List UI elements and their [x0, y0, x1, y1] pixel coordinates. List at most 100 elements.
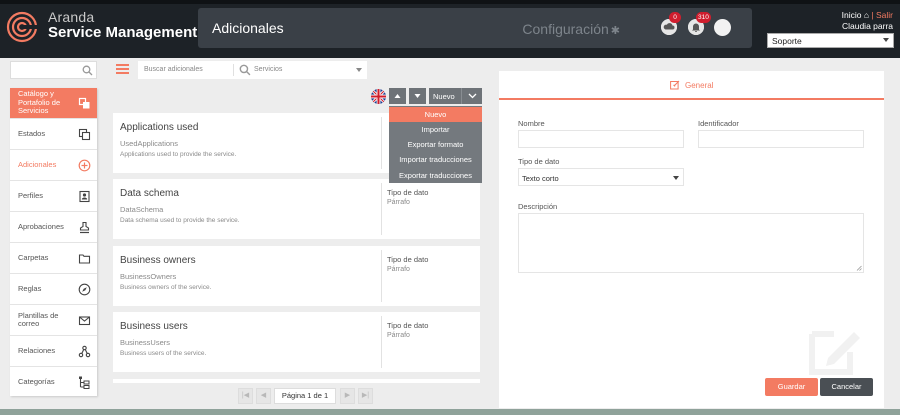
sidebar-item-label: Catálogo y Portafolio de Servicios [18, 89, 61, 116]
sidebar-item-aprobaciones[interactable]: Aprobaciones [10, 212, 97, 243]
list-item[interactable]: Business owners BusinessOwners Business … [113, 246, 480, 306]
link-separator: | [871, 10, 874, 20]
menu-icon[interactable] [116, 64, 129, 74]
uk-flag-icon[interactable] [371, 89, 386, 104]
sidebar-item-label: Adicionales [18, 159, 57, 169]
top-header: Aranda Service Management Adicionales Co… [0, 0, 900, 58]
profile-icon [79, 190, 90, 203]
search-icon[interactable] [239, 64, 251, 76]
identificador-field[interactable] [698, 130, 864, 148]
card-description: Business users of the service. [120, 350, 207, 357]
menu-item-exportar-formato[interactable]: Exportar formato [389, 137, 482, 152]
sidebar-item-plantillas[interactable]: Plantillas de correo [10, 305, 97, 336]
card-code: UsedApplications [120, 139, 178, 148]
menu-item-nuevo[interactable]: Nuevo [389, 107, 482, 122]
sidebar-item-label: Aprobaciones [18, 221, 64, 231]
nombre-label: Nombre [518, 119, 545, 128]
sidebar-item-reglas[interactable]: Reglas [10, 274, 97, 305]
chevron-down-icon [883, 38, 889, 42]
sidebar-item-label: Reglas [18, 283, 42, 293]
card-title: Business owners [120, 255, 196, 266]
button-divider [461, 88, 462, 104]
sidebar-item-categorias[interactable]: Categorías [10, 367, 97, 398]
approval-icon [79, 221, 90, 234]
page-indicator: Página 1 de 1 [274, 388, 336, 404]
card-title: Applications used [120, 122, 199, 133]
home-icon[interactable]: ⌂ [864, 10, 869, 20]
resize-handle-icon[interactable] [856, 265, 862, 271]
list-item[interactable]: Data schema DataSchema Data schema used … [113, 179, 480, 239]
list-item[interactable]: Business users BusinessUsers Business us… [113, 312, 480, 372]
list-item-partial [113, 379, 480, 383]
next-page-button[interactable]: ▶ [340, 388, 355, 404]
role-select[interactable]: Soporte [767, 33, 894, 48]
nuevo-dropdown-menu: Nuevo Importar Exportar formato Importar… [389, 106, 482, 183]
sidebar-item-adicionales[interactable]: Adicionales [10, 150, 97, 181]
cloud-badge: 0 [669, 12, 681, 23]
sidebar-item-carpetas[interactable]: Carpetas [10, 243, 97, 274]
sidebar-item-catalogo[interactable]: Catálogo y Portafolio de Servicios [10, 88, 97, 119]
card-type-value: Párrafo [387, 332, 410, 339]
sidebar-item-label: Carpetas [18, 252, 49, 262]
config-label: Configuración [522, 21, 609, 37]
descripcion-textarea[interactable] [518, 213, 864, 273]
cancel-button[interactable]: Cancelar [820, 378, 873, 396]
sidebar-item-label: Categorías [18, 377, 55, 387]
avatar[interactable] [714, 19, 731, 36]
config-link[interactable]: Configuración ✱ [522, 21, 620, 37]
card-divider [381, 117, 382, 169]
mail-icon [78, 316, 91, 326]
categories-icon [79, 376, 90, 389]
first-page-button[interactable]: |◀ [238, 388, 253, 404]
user-links: Inicio ⌂ | Salir [842, 10, 893, 20]
user-name: Claudia parra [841, 21, 893, 31]
card-title: Data schema [120, 188, 179, 199]
chevron-down-icon[interactable] [356, 68, 362, 72]
edit-watermark-icon [809, 331, 860, 375]
search-bar: Buscar adicionales Servicios [138, 61, 367, 79]
search-icon [82, 65, 93, 76]
edit-icon [670, 80, 680, 90]
card-type-label: Tipo de dato [387, 255, 429, 264]
card-description: Data schema used to provide the service. [120, 217, 240, 224]
sidebar-item-perfiles[interactable]: Perfiles [10, 181, 97, 212]
identificador-label: Identificador [698, 119, 739, 128]
last-page-button[interactable]: ▶| [358, 388, 373, 404]
sidebar-item-label: Plantillas de correo [18, 310, 59, 328]
tab-general[interactable]: General [499, 71, 884, 100]
inicio-link[interactable]: Inicio [842, 10, 862, 20]
card-description: Applications used to provide the service… [120, 151, 237, 158]
card-divider [381, 250, 382, 302]
filter-select[interactable]: Servicios [254, 66, 282, 73]
save-button[interactable]: Guardar [765, 378, 818, 396]
move-down-button[interactable] [409, 88, 426, 104]
header-top-line [0, 0, 900, 4]
search-input[interactable]: Buscar adicionales [144, 66, 203, 73]
copy-icon [78, 128, 91, 141]
card-divider [381, 316, 382, 368]
nombre-field[interactable] [518, 130, 684, 148]
card-type-label: Tipo de dato [387, 321, 429, 330]
bell-badge: 310 [696, 12, 711, 23]
card-code: DataSchema [120, 205, 164, 214]
notifications-button[interactable]: 310 [688, 12, 711, 35]
sidebar-item-label: Relaciones [18, 345, 56, 355]
sidebar-item-estados[interactable]: Estados [10, 119, 97, 150]
cloud-download-button[interactable]: 0 [661, 12, 681, 35]
prev-page-button[interactable]: ◀ [256, 388, 271, 404]
gear-icon: ✱ [610, 25, 620, 37]
menu-item-importar[interactable]: Importar [389, 122, 482, 137]
sidebar-item-relaciones[interactable]: Relaciones [10, 336, 97, 367]
sidebar-item-label: Estados [18, 128, 46, 138]
move-up-button[interactable] [389, 88, 406, 104]
tab-general-label: General [685, 80, 714, 90]
aranda-logo-icon [6, 11, 38, 43]
card-code: BusinessUsers [120, 338, 171, 347]
tipo-dato-select[interactable]: Texto corto [518, 168, 684, 186]
salir-link[interactable]: Salir [876, 10, 893, 20]
sidebar-search-input[interactable] [10, 61, 97, 79]
menu-item-exportar-traducciones[interactable]: Exportar traducciones [389, 168, 482, 183]
nuevo-button[interactable]: Nuevo [429, 88, 482, 104]
brand-name-line2: Service Management [48, 24, 198, 41]
menu-item-importar-traducciones[interactable]: Importar traducciones [389, 152, 482, 167]
